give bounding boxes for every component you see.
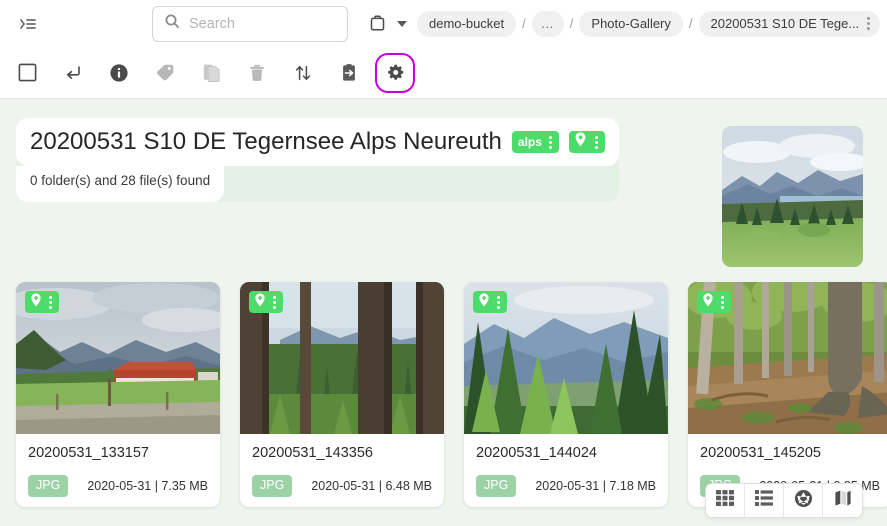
folder-title-card: 20200531 S10 DE Tegernsee Alps Neureuth … xyxy=(16,118,619,202)
folder-title-row: 20200531 S10 DE Tegernsee Alps Neureuth … xyxy=(16,118,619,166)
file-type-badge: JPG xyxy=(476,475,516,497)
more-vertical-icon[interactable] xyxy=(545,136,556,149)
file-grid: 20200531_133157 JPG 2020-05-31 | 7.35 MB xyxy=(0,278,887,507)
breadcrumb-item-ellipsis[interactable]: … xyxy=(532,11,564,37)
file-card[interactable]: 20200531_145205 JPG 2020-05-31 | 0.85 MB xyxy=(688,282,887,507)
file-type-badge: JPG xyxy=(252,475,292,497)
file-thumbnail[interactable] xyxy=(688,282,887,434)
location-pin-icon xyxy=(253,292,267,313)
grid-view-icon xyxy=(716,489,734,512)
view-grid-button[interactable] xyxy=(706,484,745,517)
main-content: 20200531 S10 DE Tegernsee Alps Neureuth … xyxy=(0,100,887,526)
breadcrumb-label: 20200531 S10 DE Tege... xyxy=(711,16,860,31)
location-pin-icon xyxy=(573,131,588,153)
file-card-body: 20200531_144024 JPG 2020-05-31 | 7.18 MB xyxy=(464,434,668,507)
search-box[interactable] xyxy=(152,6,348,42)
file-name: 20200531_143356 xyxy=(252,445,432,461)
geo-badge[interactable] xyxy=(249,291,283,313)
file-thumbnail[interactable] xyxy=(240,282,444,434)
aperture-icon xyxy=(794,489,813,513)
top-bar: demo-bucket / … / Photo-Gallery / 202005… xyxy=(0,0,887,47)
breadcrumb-separator: / xyxy=(522,16,526,31)
view-switcher xyxy=(705,483,863,518)
tag-badge-label: alps xyxy=(518,135,542,149)
file-type-badge: JPG xyxy=(28,475,68,497)
breadcrumb-label: … xyxy=(541,16,555,31)
move-to-folder-button[interactable] xyxy=(331,55,367,91)
tag-button[interactable] xyxy=(147,55,183,91)
geo-badge[interactable] xyxy=(569,131,605,153)
breadcrumb-item-photo-gallery[interactable]: Photo-Gallery xyxy=(579,11,682,37)
delete-button[interactable] xyxy=(239,55,275,91)
more-vertical-icon[interactable] xyxy=(269,296,280,309)
more-vertical-icon[interactable] xyxy=(591,136,602,149)
more-vertical-icon[interactable] xyxy=(717,296,728,309)
file-date-size: 2020-05-31 | 7.18 MB xyxy=(535,479,656,493)
file-card-body: 20200531_133157 JPG 2020-05-31 | 7.35 MB xyxy=(16,434,220,507)
file-name: 20200531_144024 xyxy=(476,445,656,461)
file-card[interactable]: 20200531_144024 JPG 2020-05-31 | 7.18 MB xyxy=(464,282,668,507)
folder-cover-thumbnail[interactable] xyxy=(722,126,863,267)
file-meta-row: JPG 2020-05-31 | 6.48 MB xyxy=(252,475,432,497)
chevron-down-icon[interactable] xyxy=(397,21,407,27)
location-pin-icon xyxy=(701,292,715,313)
breadcrumb-item-bucket[interactable]: demo-bucket xyxy=(417,11,516,37)
file-date-size: 2020-05-31 | 7.35 MB xyxy=(87,479,208,493)
breadcrumb-separator: / xyxy=(689,16,693,31)
breadcrumb-separator: / xyxy=(570,16,574,31)
file-card[interactable]: 20200531_133157 JPG 2020-05-31 | 7.35 MB xyxy=(16,282,220,507)
file-thumbnail[interactable] xyxy=(464,282,668,434)
info-button[interactable] xyxy=(101,55,137,91)
file-card-body: 20200531_143356 JPG 2020-05-31 | 6.48 MB xyxy=(240,434,444,507)
folder-count-row: 0 folder(s) and 28 file(s) found xyxy=(16,166,224,202)
sort-button[interactable] xyxy=(285,55,321,91)
geo-badge[interactable] xyxy=(25,291,59,313)
bucket-selector[interactable] xyxy=(359,6,407,42)
search-input[interactable] xyxy=(189,16,336,32)
select-all-checkbox[interactable] xyxy=(9,55,45,91)
location-pin-icon xyxy=(29,292,43,313)
copy-button[interactable] xyxy=(193,55,229,91)
list-view-icon xyxy=(755,489,773,512)
geo-badge[interactable] xyxy=(473,291,507,313)
breadcrumb-item-current-folder[interactable]: 20200531 S10 DE Tege... xyxy=(699,11,881,37)
file-card[interactable]: 20200531_143356 JPG 2020-05-31 | 6.48 MB xyxy=(240,282,444,507)
view-map-button[interactable] xyxy=(823,484,862,517)
view-list-button[interactable] xyxy=(745,484,784,517)
file-thumbnail[interactable] xyxy=(16,282,220,434)
action-toolbar xyxy=(0,47,887,99)
breadcrumb-label: demo-bucket xyxy=(429,16,504,31)
bucket-icon[interactable] xyxy=(359,6,395,42)
search-icon xyxy=(164,13,180,34)
file-meta-row: JPG 2020-05-31 | 7.35 MB xyxy=(28,475,208,497)
file-date-size: 2020-05-31 | 6.48 MB xyxy=(311,479,432,493)
more-vertical-icon[interactable] xyxy=(863,17,874,30)
breadcrumb: demo-bucket / … / Photo-Gallery / 202005… xyxy=(417,11,877,37)
view-photo-button[interactable] xyxy=(784,484,823,517)
file-name: 20200531_133157 xyxy=(28,445,208,461)
folder-header: 20200531 S10 DE Tegernsee Alps Neureuth … xyxy=(0,100,887,278)
map-icon xyxy=(834,489,852,512)
tag-badge-alps[interactable]: alps xyxy=(512,131,559,153)
go-back-button[interactable] xyxy=(55,55,91,91)
file-meta-row: JPG 2020-05-31 | 7.18 MB xyxy=(476,475,656,497)
more-vertical-icon[interactable] xyxy=(45,296,56,309)
breadcrumb-label: Photo-Gallery xyxy=(591,16,670,31)
more-vertical-icon[interactable] xyxy=(493,296,504,309)
expand-sidebar-icon[interactable] xyxy=(10,6,46,42)
location-pin-icon xyxy=(477,292,491,313)
page-title: 20200531 S10 DE Tegernsee Alps Neureuth xyxy=(30,128,502,156)
folder-count-text: 0 folder(s) and 28 file(s) found xyxy=(30,173,210,188)
settings-button[interactable] xyxy=(377,55,413,91)
geo-badge[interactable] xyxy=(697,291,731,313)
file-name: 20200531_145205 xyxy=(700,445,880,461)
